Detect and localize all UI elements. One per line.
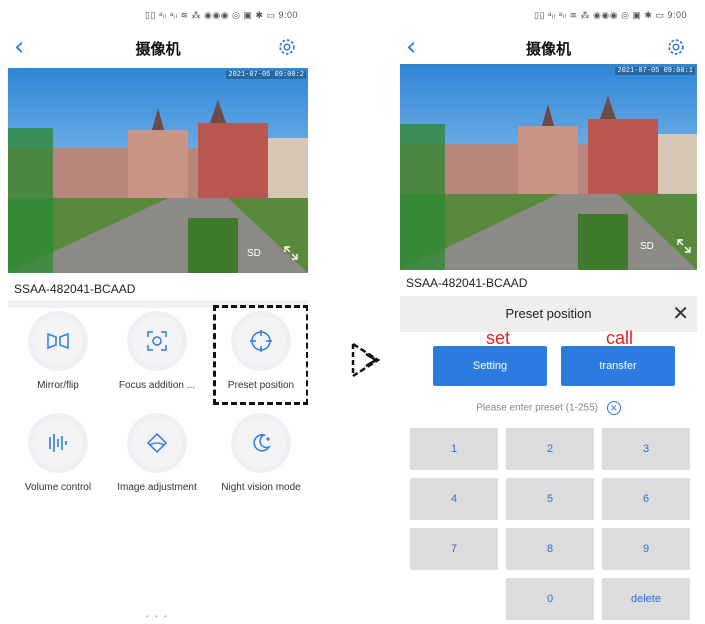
preset-panel-header: Preset position ✕ xyxy=(400,296,697,332)
sd-quality-toggle[interactable]: SD xyxy=(247,248,261,259)
status-bar: ▯▯ ᵃᵢₗ ᵃᵢₗ ≋ ⁂ ◉◉◉ ◎ ▣ ✱ ▭ 9:00 xyxy=(534,10,687,20)
keypad-delete-key[interactable]: delete xyxy=(602,578,690,620)
app-header: ‹ 摄像机 xyxy=(8,30,308,66)
control-night-vision[interactable]: Night vision mode xyxy=(213,418,308,493)
preset-input-placeholder: Please enter preset (1-255) xyxy=(476,402,598,414)
highlight-box xyxy=(213,305,308,405)
app-header: ‹ 摄像机 xyxy=(400,30,697,66)
sd-quality-toggle[interactable]: SD xyxy=(640,241,654,252)
keypad-key[interactable]: 3 xyxy=(602,428,690,470)
timestamp-overlay: 2021-07-05 09:00:2 xyxy=(226,71,306,79)
control-label: Night vision mode xyxy=(221,482,301,493)
gear-icon[interactable] xyxy=(276,36,298,58)
right-screen: ▯▯ ᵃᵢₗ ᵃᵢₗ ≋ ⁂ ◉◉◉ ◎ ▣ ✱ ▭ 9:00 ‹ 摄像机 20… xyxy=(400,0,697,624)
control-label: Volume control xyxy=(24,482,92,493)
fullscreen-icon[interactable] xyxy=(282,244,300,262)
keypad-key[interactable]: 8 xyxy=(506,528,594,570)
video-preview[interactable]: 2021-07-05 09:00:2 SD xyxy=(8,68,308,273)
night-vision-icon xyxy=(253,434,271,452)
gear-icon[interactable] xyxy=(665,36,687,58)
close-icon[interactable]: ✕ xyxy=(672,301,689,325)
control-volume[interactable]: Volume control xyxy=(10,418,106,493)
keypad-key[interactable]: 2 xyxy=(506,428,594,470)
status-bar: ▯▯ ᵃᵢₗ ᵃᵢₗ ≋ ⁂ ◉◉◉ ◎ ▣ ✱ ▭ 9:00 xyxy=(145,10,298,20)
control-label: Focus addition ... xyxy=(118,380,196,391)
device-id: SSAA-482041-BCAAD xyxy=(406,276,528,290)
volume-control-icon xyxy=(49,434,67,452)
keypad-key[interactable]: 9 xyxy=(602,528,690,570)
preset-input-hint[interactable]: Please enter preset (1-255) ✕ xyxy=(400,401,697,415)
camera-feed-image xyxy=(8,68,308,273)
control-image-adjustment[interactable]: Image adjustment xyxy=(109,418,205,493)
page-title: 摄像机 xyxy=(135,41,181,58)
image-adjustment-icon xyxy=(146,432,168,454)
device-id: SSAA-482041-BCAAD xyxy=(14,282,136,296)
page-indicator: • • • xyxy=(146,612,169,621)
control-focus[interactable]: Focus addition ... xyxy=(109,316,205,391)
arrow-right-icon xyxy=(351,342,381,378)
mirror-flip-icon xyxy=(47,332,69,350)
keypad-key[interactable]: 7 xyxy=(410,528,498,570)
focus-icon xyxy=(147,331,167,351)
fullscreen-icon[interactable] xyxy=(675,237,693,255)
clear-icon[interactable]: ✕ xyxy=(606,401,621,415)
video-preview[interactable]: 2021-07-05 09:00:1 SD xyxy=(400,64,697,270)
control-mirror-flip[interactable]: Mirror/flip xyxy=(10,316,106,391)
control-label: Mirror/flip xyxy=(37,380,79,391)
left-screen: ▯▯ ᵃᵢₗ ᵃᵢₗ ≋ ⁂ ◉◉◉ ◎ ▣ ✱ ▭ 9:00 ‹ 摄像机 20… xyxy=(8,0,308,624)
page-title: 摄像机 xyxy=(525,41,571,58)
keypad-key[interactable]: 0 xyxy=(506,578,594,620)
keypad-key[interactable]: 5 xyxy=(506,478,594,520)
keypad-key[interactable]: 4 xyxy=(410,478,498,520)
panel-title: Preset position xyxy=(505,306,592,321)
setting-button[interactable]: Setting xyxy=(433,346,547,386)
transfer-button[interactable]: transfer xyxy=(561,346,675,386)
keypad-key[interactable]: 6 xyxy=(602,478,690,520)
timestamp-overlay: 2021-07-05 09:00:1 xyxy=(615,67,695,75)
camera-feed-image xyxy=(400,64,697,270)
keypad-key[interactable]: 1 xyxy=(410,428,498,470)
control-label: Image adjustment xyxy=(117,482,197,493)
